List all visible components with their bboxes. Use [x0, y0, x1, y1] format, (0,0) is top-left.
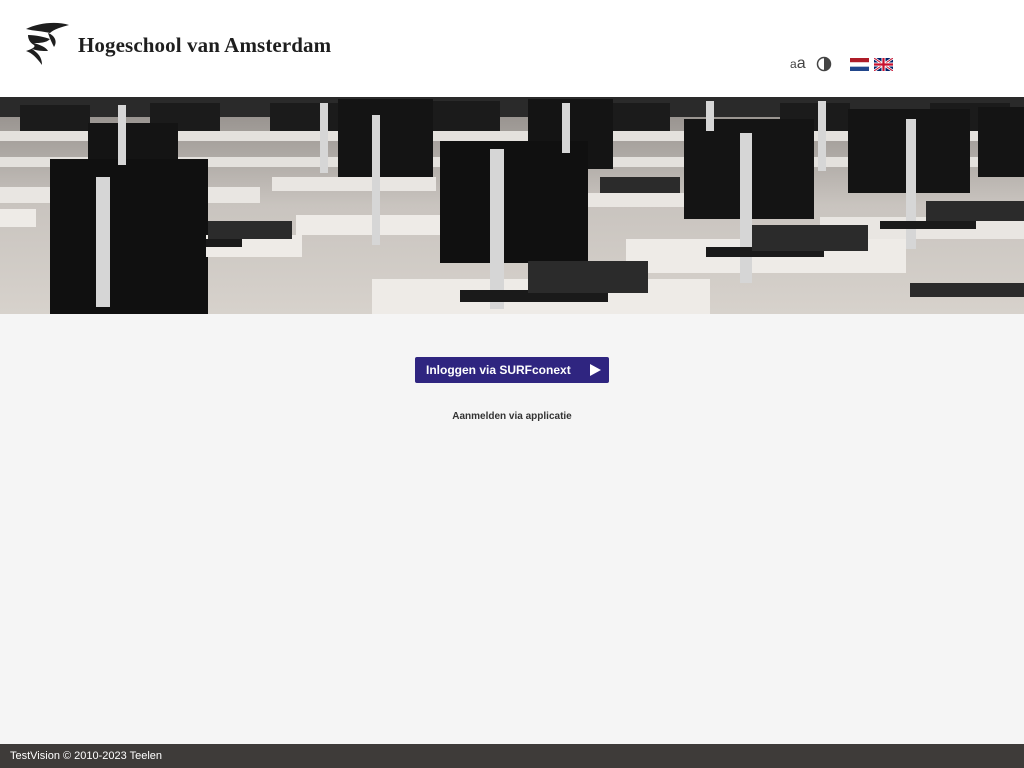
footer: TestVision © 2010-2023 Teelen: [0, 744, 1024, 768]
flag-nl-icon[interactable]: [849, 57, 869, 71]
font-size-toggle[interactable]: a a: [790, 55, 806, 73]
hva-logo-icon: [26, 22, 69, 65]
font-size-small-label: a: [790, 57, 797, 71]
contrast-icon[interactable]: [816, 56, 832, 72]
header: Hogeschool van Amsterdam a a: [0, 0, 1024, 97]
logo[interactable]: Hogeschool van Amsterdam: [24, 20, 331, 68]
login-button-label: Inloggen via SURFconext: [426, 363, 571, 377]
header-tools: a a: [790, 54, 898, 74]
banner-image: [0, 97, 1024, 314]
computer-lab-photo: [0, 97, 1024, 314]
app-login-link[interactable]: Aanmelden via applicatie: [0, 411, 1024, 422]
footer-copyright: TestVision © 2010-2023 Teelen: [10, 750, 163, 762]
play-arrow-icon: [590, 364, 601, 376]
font-size-large-label: a: [796, 55, 806, 72]
logo-text: Hogeschool van Amsterdam: [78, 32, 332, 57]
surfconext-login-button[interactable]: Inloggen via SURFconext: [415, 357, 609, 383]
flag-uk-icon[interactable]: [873, 57, 893, 71]
